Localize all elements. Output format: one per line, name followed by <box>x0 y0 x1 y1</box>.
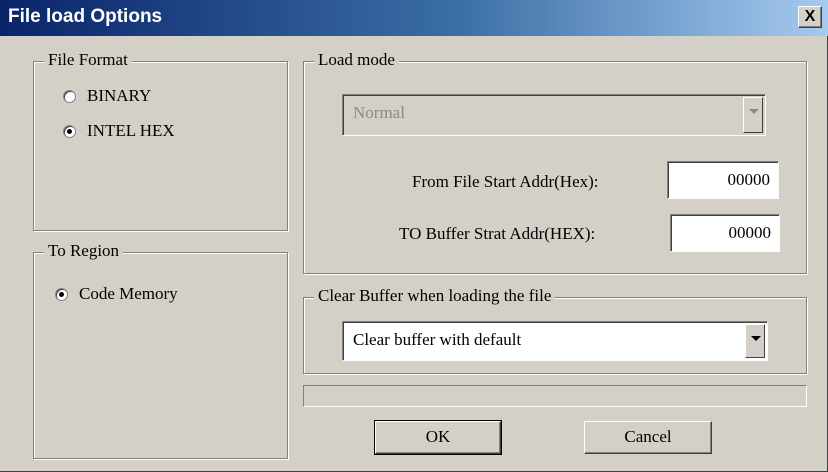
file-load-options-dialog: File load Options X File Format BINARY I… <box>0 0 828 472</box>
to-region-group: To Region Code Memory <box>33 241 288 459</box>
clear-buffer-value: Clear buffer with default <box>353 330 522 349</box>
close-icon[interactable]: X <box>798 6 822 28</box>
from-addr-input[interactable]: 00000 <box>667 161 779 199</box>
window-title: File load Options <box>8 6 163 27</box>
radio-code-memory-label: Code Memory <box>79 284 178 303</box>
radio-binary-label: BINARY <box>87 86 152 105</box>
load-mode-legend: Load mode <box>314 50 399 70</box>
load-mode-dropdown-button[interactable] <box>743 97 763 133</box>
radio-intel-hex-label: INTEL HEX <box>87 121 175 140</box>
load-mode-group: Load mode Normal From File Start Addr(He… <box>303 50 807 274</box>
load-mode-select[interactable]: Normal <box>342 94 766 136</box>
to-addr-label: TO Buffer Strat Addr(HEX): <box>399 224 596 243</box>
file-format-legend: File Format <box>44 50 132 70</box>
radio-intel-hex-circle[interactable] <box>63 125 76 138</box>
from-addr-label: From File Start Addr(Hex): <box>412 172 599 191</box>
clear-buffer-group: Clear Buffer when loading the file Clear… <box>303 286 807 374</box>
cancel-button[interactable]: Cancel <box>584 421 712 454</box>
radio-code-memory-circle[interactable] <box>55 288 68 301</box>
clear-buffer-legend: Clear Buffer when loading the file <box>314 286 556 306</box>
to-addr-input[interactable]: 00000 <box>670 214 780 252</box>
title-bar[interactable]: File load Options X <box>0 0 828 36</box>
load-mode-value: Normal <box>353 103 405 122</box>
progress-bar <box>303 385 807 407</box>
radio-binary-circle[interactable] <box>63 90 76 103</box>
ok-button[interactable]: OK <box>374 420 502 455</box>
clear-buffer-select[interactable]: Clear buffer with default <box>342 321 768 361</box>
chevron-down-icon <box>751 336 761 341</box>
chevron-down-icon <box>749 109 759 114</box>
to-region-legend: To Region <box>44 241 124 261</box>
file-format-group: File Format BINARY INTEL HEX <box>33 50 288 231</box>
clear-buffer-dropdown-button[interactable] <box>745 324 765 358</box>
